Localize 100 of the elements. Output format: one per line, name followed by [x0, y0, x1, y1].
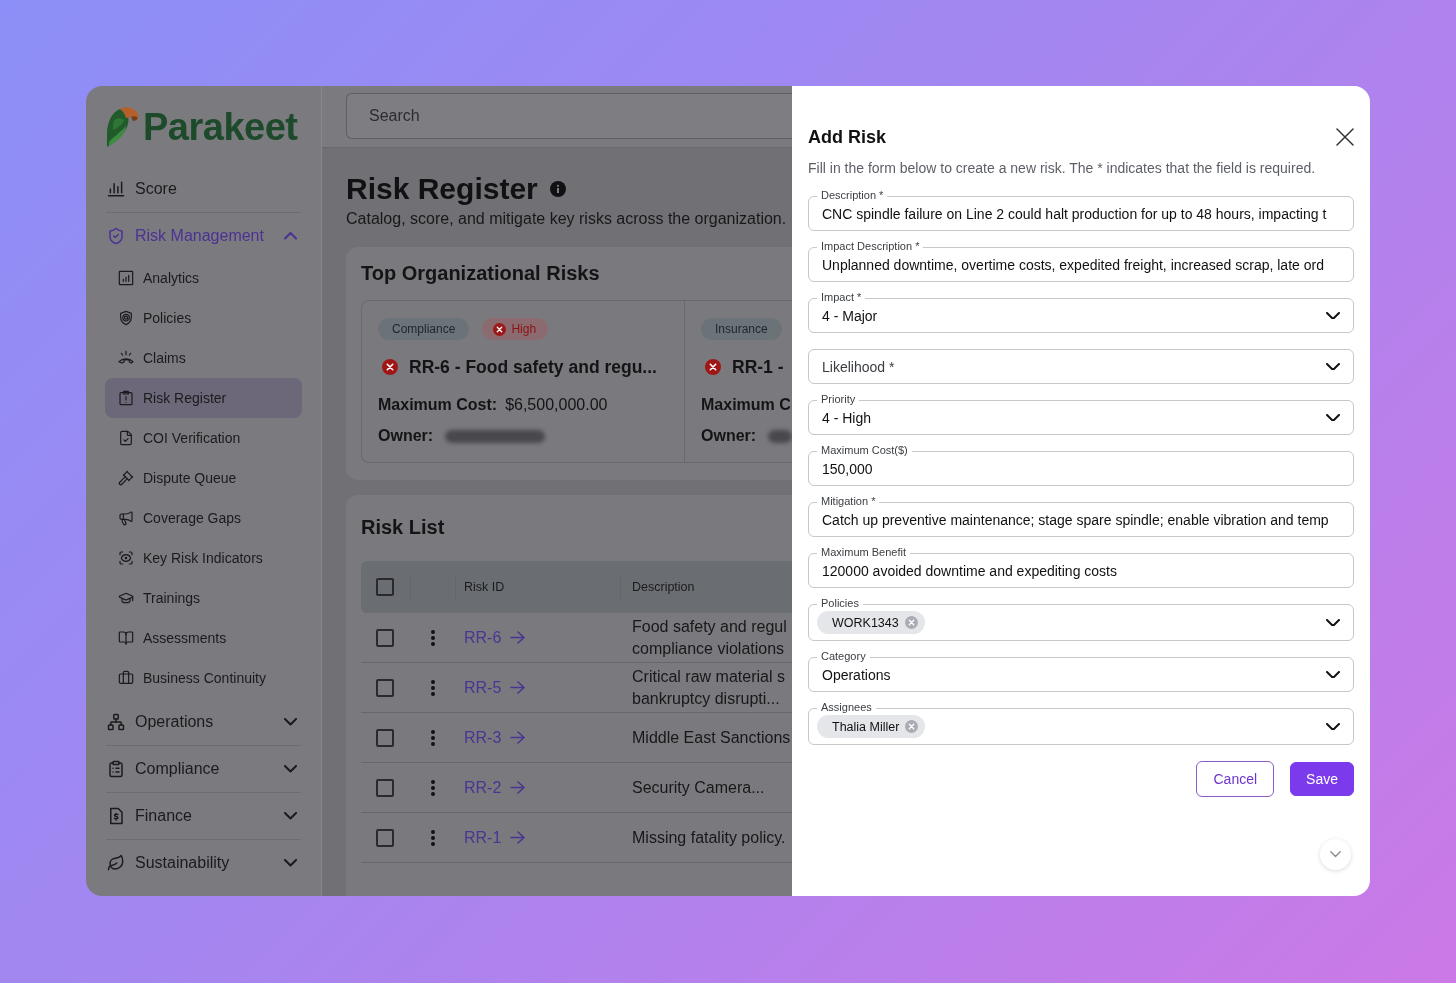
chevron-down-icon [1326, 362, 1340, 371]
description-cell-text: Food safety and regul compliance violations [631, 616, 788, 659]
detail-label: Owner: [701, 427, 757, 445]
arrow-right-icon [510, 831, 526, 844]
field-label: Assignees [817, 701, 876, 714]
risk-id-link[interactable]: RR-1 [464, 828, 526, 847]
category-tag: Compliance [378, 318, 470, 340]
field-label: Policies [817, 597, 863, 610]
nav-item[interactable]: Score [105, 167, 302, 211]
close-button[interactable] [1336, 128, 1354, 146]
field-label: Mitigation * [817, 495, 880, 508]
field-label: Description * [817, 189, 888, 202]
checkbox[interactable] [376, 828, 394, 847]
arrow-right-icon [510, 781, 526, 794]
remove-icon[interactable] [904, 616, 918, 629]
save-button[interactable]: Save [1290, 762, 1354, 796]
checkbox[interactable] [376, 578, 394, 596]
briefcase-icon [118, 670, 134, 686]
detail-label: Maximum C [701, 396, 791, 414]
chip[interactable]: WORK1343 [817, 611, 925, 634]
parrot-logo [105, 105, 139, 148]
select-field[interactable]: Likelihood * [808, 349, 1354, 384]
field-label: Impact * [817, 291, 866, 304]
risk-id-link[interactable]: RR-6 [464, 628, 526, 647]
arrow-right-icon [510, 681, 526, 694]
page-title: Risk Register [346, 171, 538, 207]
phone-icon [118, 350, 134, 366]
gavel-icon [118, 470, 134, 486]
chevron-down-icon [1326, 618, 1340, 627]
detail-label: Maximum Cost: [378, 396, 498, 414]
column-header[interactable]: Description [632, 580, 695, 594]
more-vertical-icon[interactable] [430, 829, 435, 846]
severity-tag: High [482, 318, 549, 340]
nav-subitem[interactable]: COI Verification [105, 418, 302, 458]
info-icon[interactable] [549, 181, 566, 197]
field-label: Maximum Benefit [817, 546, 910, 559]
drawer-subtitle: Fill in the form below to create a new risk. The * indicates that the field is required. [808, 159, 1317, 177]
nav-subitem[interactable]: Trainings [105, 578, 302, 618]
nav-item[interactable]: Compliance [105, 747, 302, 791]
chevron-down-icon [1330, 851, 1341, 858]
description-cell-text: Missing fatality policy. [631, 827, 787, 848]
search-field[interactable]: Search [346, 93, 792, 139]
document-check-icon [118, 430, 134, 446]
nav-item[interactable]: Finance [105, 794, 302, 838]
nav-subitem[interactable]: Assessments [105, 618, 302, 658]
chart-icon [118, 270, 134, 286]
chevron-down-icon [1326, 670, 1340, 679]
dollar-document-icon [107, 807, 125, 825]
description-cell-text: Security Camera... [631, 777, 766, 798]
chip[interactable]: Thalia Miller [817, 715, 926, 738]
arrow-right-icon [510, 631, 526, 644]
hierarchy-icon [107, 713, 125, 731]
book-icon [118, 630, 134, 646]
detail-value: $6,500,000.00 [505, 396, 608, 414]
risk-title: RR-1 - [732, 356, 784, 378]
checkbox[interactable] [376, 628, 394, 647]
close-icon [1336, 128, 1354, 146]
nav-subitem[interactable]: Coverage Gaps [105, 498, 302, 538]
x-circle-icon [382, 359, 398, 375]
field-label: Maximum Cost($) [817, 444, 912, 457]
checkbox[interactable] [376, 728, 394, 747]
chevron-down-icon [1326, 311, 1340, 320]
arrow-right-icon [510, 731, 526, 744]
more-vertical-icon[interactable] [430, 729, 435, 746]
remove-icon[interactable] [905, 720, 919, 733]
scan-icon [118, 550, 134, 566]
clipboard-icon [107, 760, 125, 778]
field-label: Impact Description * [817, 240, 924, 253]
x-circle-icon [705, 359, 721, 375]
cancel-button[interactable]: Cancel [1196, 761, 1275, 797]
megaphone-icon [118, 510, 134, 526]
nav-item[interactable]: Risk Management [105, 214, 302, 258]
risk-id-link[interactable]: RR-3 [464, 728, 526, 747]
detail-label: Owner: [378, 427, 434, 445]
nav-item[interactable]: Sustainability [105, 841, 302, 885]
nav-subitem[interactable]: Policies [105, 298, 302, 338]
risk-title: RR-6 - Food safety and regu... [409, 356, 657, 378]
nav-subitem[interactable]: Analytics [105, 258, 302, 298]
more-vertical-icon[interactable] [430, 779, 435, 796]
shield-icon [118, 310, 134, 326]
nav-subitem[interactable]: Dispute Queue [105, 458, 302, 498]
description-cell-text: Middle East Sanctions [631, 727, 792, 748]
x-circle-icon [493, 322, 507, 336]
nav-subitem[interactable]: Claims [105, 338, 302, 378]
checkbox[interactable] [376, 678, 394, 697]
more-vertical-icon[interactable] [430, 629, 435, 646]
risk-id-link[interactable]: RR-2 [464, 778, 526, 797]
field-label: Category [817, 650, 870, 663]
column-header[interactable]: Risk ID [464, 580, 505, 594]
risk-id-link[interactable]: RR-5 [464, 678, 526, 697]
nav-subitem[interactable]: Business Continuity [105, 658, 302, 698]
nav-subitem[interactable]: Risk Register [105, 378, 302, 418]
shield-check-icon [107, 227, 125, 245]
page-subtitle: Catalog, score, and mitigate key risks across the organization. [346, 209, 788, 229]
checkbox[interactable] [376, 778, 394, 797]
drawer-title: Add Risk [808, 126, 886, 148]
nav-item[interactable]: Operations [105, 700, 302, 744]
nav-subitem[interactable]: Key Risk Indicators [105, 538, 302, 578]
graduation-cap-icon [118, 590, 134, 606]
more-vertical-icon[interactable] [430, 679, 435, 696]
